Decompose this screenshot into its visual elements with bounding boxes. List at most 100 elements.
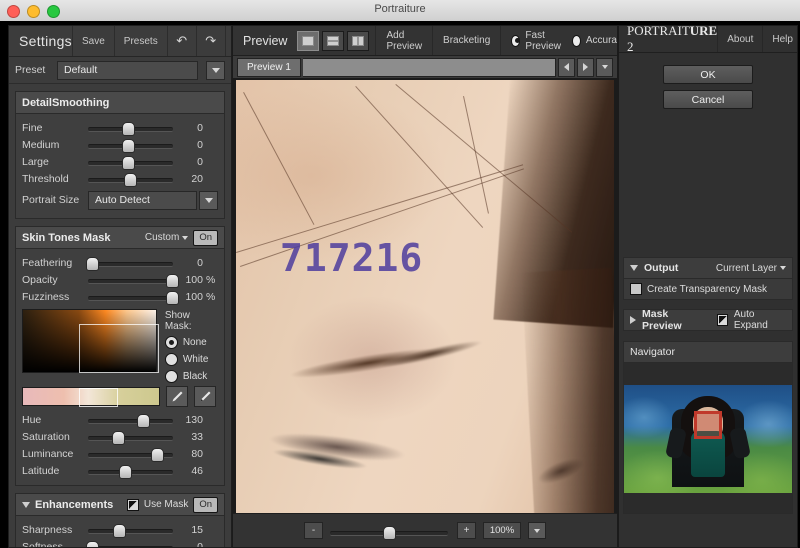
preset-chevron-down-icon[interactable] — [206, 60, 225, 80]
cancel-button[interactable]: Cancel — [663, 90, 753, 109]
eyedropper-glyph — [172, 391, 183, 402]
create-transparency-mask-label: Create Transparency Mask — [647, 283, 768, 295]
preview-photo[interactable]: 717216 POCO 摄影专题 http://photo.poco.cn/ — [236, 80, 614, 516]
presets-button[interactable]: Presets — [113, 26, 167, 56]
help-button[interactable]: Help — [762, 26, 797, 52]
chevron-down-icon[interactable] — [630, 265, 638, 271]
create-transparency-mask-checkbox[interactable] — [630, 283, 642, 295]
navigator-thumbnail[interactable] — [623, 363, 793, 514]
portrait-size-chevron-down-icon[interactable] — [199, 190, 218, 210]
arrow-left-icon[interactable] — [558, 57, 575, 77]
skin-hue-ramp[interactable] — [22, 387, 160, 407]
large-slider[interactable] — [88, 153, 175, 170]
navigator-viewport-rect[interactable] — [694, 410, 722, 439]
opacity-slider[interactable] — [88, 271, 179, 288]
show-mask-option-white[interactable]: White — [164, 353, 218, 366]
chevron-right-icon[interactable] — [630, 316, 636, 324]
preview-tab-1[interactable]: Preview 1 — [237, 57, 301, 77]
fine-slider[interactable] — [88, 119, 175, 136]
zoom-slider[interactable] — [330, 523, 450, 540]
output-header[interactable]: Output Current Layer — [623, 257, 793, 279]
slider-knob[interactable] — [136, 414, 150, 428]
slider-knob[interactable] — [118, 465, 132, 479]
eyedropper-subtract-icon[interactable] — [194, 386, 216, 407]
luminance-slider[interactable] — [88, 445, 175, 462]
use-mask-checkbox[interactable] — [126, 498, 139, 511]
bracketing-button[interactable]: Bracketing — [432, 26, 500, 55]
softness-slider[interactable] — [85, 538, 175, 547]
slider-knob[interactable] — [122, 122, 136, 136]
feathering-slider[interactable] — [85, 254, 175, 271]
zoom-menu-chevron-down-icon[interactable] — [528, 522, 546, 539]
skin-toggle-button[interactable]: On — [193, 229, 218, 246]
slider-value: 33 — [191, 430, 203, 443]
zoom-level-value[interactable]: 100% — [483, 522, 521, 539]
latitude-slider[interactable] — [88, 462, 175, 479]
saturation-slider[interactable] — [88, 428, 175, 445]
glyph — [327, 35, 340, 46]
fast-preview-label: Fast Preview — [525, 29, 561, 52]
slider-knob[interactable] — [122, 156, 136, 170]
skin-tone-gradient-picker[interactable] — [22, 309, 159, 373]
save-button[interactable]: Save — [72, 26, 114, 56]
preset-select[interactable]: Default — [57, 60, 198, 80]
zoom-in-button[interactable]: + — [457, 522, 476, 539]
single-view-icon[interactable] — [297, 30, 320, 51]
hue-slider[interactable] — [88, 411, 175, 428]
tab-menu-chevron-down-icon[interactable] — [596, 57, 613, 77]
slider-knob[interactable] — [165, 274, 179, 288]
ok-button[interactable]: OK — [663, 65, 753, 84]
radio-icon[interactable] — [164, 370, 178, 383]
output-section: Output Current Layer Create Transparency… — [623, 257, 793, 300]
preview-canvas[interactable]: 717216 POCO 摄影专题 http://photo.poco.cn/ — [233, 78, 617, 518]
slider-knob[interactable] — [122, 139, 136, 153]
detail-smoothing-header[interactable]: DetailSmoothing — [16, 92, 224, 114]
mask-preview-header[interactable]: Mask Preview Auto Expand — [623, 308, 793, 332]
undo-icon[interactable]: ↶ — [166, 26, 196, 56]
tab-bar-empty-area[interactable] — [302, 57, 556, 77]
vertical-split-icon[interactable] — [347, 30, 370, 51]
skin-tones-mask-header[interactable]: Skin Tones Mask Custom On — [16, 227, 224, 249]
sharpness-slider[interactable] — [88, 521, 175, 538]
threshold-slider[interactable] — [88, 170, 175, 187]
medium-slider[interactable] — [88, 136, 175, 153]
enhancements-header[interactable]: Enhancements Use Mask On — [16, 494, 224, 516]
slider-track — [88, 279, 173, 284]
slider-knob[interactable] — [150, 448, 164, 462]
slider-row: Fuzziness 100 % — [16, 288, 224, 305]
slider-knob[interactable] — [123, 173, 137, 187]
fuzziness-slider[interactable] — [88, 288, 179, 305]
slider-knob[interactable] — [85, 257, 99, 271]
enhancements-toggle-button[interactable]: On — [193, 496, 218, 513]
skin-mode-select[interactable]: Custom — [145, 232, 189, 243]
about-button[interactable]: About — [717, 26, 762, 52]
arrow-right-icon[interactable] — [577, 57, 594, 77]
slider-knob[interactable] — [111, 431, 125, 445]
eyedropper-glyph — [200, 391, 211, 402]
chevron-down-icon[interactable] — [780, 266, 786, 270]
navigator-image[interactable] — [624, 385, 792, 493]
slider-knob[interactable] — [85, 541, 99, 547]
preview-title: Preview — [243, 33, 288, 48]
slider-knob[interactable] — [165, 291, 179, 305]
accurate-radio[interactable] — [571, 34, 581, 47]
output-target-select[interactable]: Current Layer — [716, 263, 786, 274]
auto-expand-checkbox[interactable] — [716, 314, 728, 326]
radio-icon[interactable] — [164, 336, 178, 349]
chevron-down-icon[interactable] — [182, 235, 189, 240]
horizontal-split-icon[interactable] — [322, 30, 345, 51]
add-preview-button[interactable]: Add Preview — [375, 26, 432, 55]
chevron-down-icon[interactable] — [224, 26, 231, 56]
chevron-down-icon[interactable] — [22, 501, 30, 508]
slider-knob[interactable] — [382, 526, 396, 540]
eyedropper-add-icon[interactable] — [166, 386, 188, 407]
radio-icon[interactable] — [164, 353, 178, 366]
portrait-size-select[interactable]: Auto Detect — [88, 190, 197, 210]
skin-ramp-area — [16, 383, 224, 407]
slider-knob[interactable] — [113, 524, 127, 538]
fast-preview-radio[interactable] — [511, 34, 521, 47]
show-mask-option-black[interactable]: Black — [164, 370, 218, 383]
redo-icon[interactable]: ↷ — [195, 26, 225, 56]
zoom-out-button[interactable]: - — [304, 522, 323, 539]
show-mask-option-none[interactable]: None — [164, 336, 218, 349]
